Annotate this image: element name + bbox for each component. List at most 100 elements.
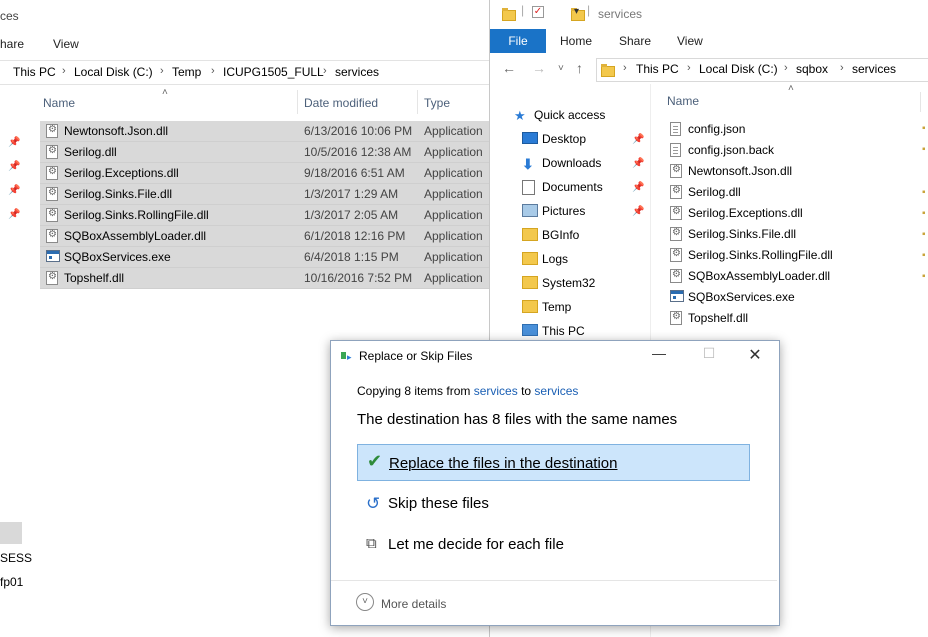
list-item[interactable]: config.json bbox=[667, 119, 907, 140]
col-name[interactable]: Name bbox=[667, 94, 699, 108]
list-item[interactable]: SQBoxServices.exe bbox=[667, 287, 907, 308]
pictures-icon bbox=[522, 204, 538, 220]
file-name: Serilog.dll bbox=[688, 185, 741, 199]
tab-share[interactable]: Share bbox=[619, 29, 651, 53]
file-name: SQBoxServices.exe bbox=[688, 290, 795, 304]
minimize-button[interactable]: — bbox=[639, 345, 679, 367]
exe-icon bbox=[46, 250, 60, 262]
replace-files-option[interactable]: ✔ Replace the files in the destination bbox=[357, 444, 750, 481]
file-date: 10/16/2016 7:52 PM bbox=[304, 271, 413, 285]
customize-qat-icon[interactable]: ▾ bbox=[574, 6, 579, 17]
gear-icon bbox=[46, 145, 58, 159]
check-icon: ✔ bbox=[367, 451, 383, 471]
nav-item[interactable]: Logs bbox=[490, 248, 648, 272]
side-fragment[interactable]: fp01 bbox=[0, 575, 23, 589]
table-row[interactable]: Serilog.dll 10/5/2016 12:38 AM Application bbox=[40, 142, 489, 163]
folder-icon bbox=[522, 276, 538, 292]
list-item[interactable]: Serilog.Sinks.File.dll bbox=[667, 224, 907, 245]
gear-icon bbox=[46, 124, 58, 138]
list-item[interactable]: Topshelf.dll bbox=[667, 308, 907, 329]
close-button[interactable]: ✕ bbox=[735, 345, 775, 367]
sort-up-icon: ˄ bbox=[162, 87, 168, 98]
crumb-icupg[interactable]: ICUPG1505_FULL bbox=[223, 65, 324, 79]
file-date: 6/13/2016 10:06 PM bbox=[304, 124, 413, 138]
table-row[interactable]: Serilog.Sinks.RollingFile.dll 1/3/2017 2:… bbox=[40, 205, 489, 226]
pin-icon: 📌 bbox=[632, 182, 645, 193]
crumb-local-disk[interactable]: Local Disk (C:) bbox=[699, 62, 778, 76]
up-arrow-icon[interactable]: ↑ bbox=[576, 60, 583, 76]
side-fragment[interactable]: SESS bbox=[0, 551, 32, 565]
right-address-field[interactable]: › This PC › Local Disk (C:) › sqbox › se… bbox=[596, 58, 928, 82]
recent-dropdown-icon[interactable]: ˅ bbox=[558, 63, 564, 74]
list-item[interactable]: config.json.back bbox=[667, 140, 907, 161]
chevron-right-icon: › bbox=[687, 62, 691, 74]
file-type: Application bbox=[424, 271, 483, 285]
crumb-local-disk[interactable]: Local Disk (C:) bbox=[74, 65, 153, 79]
crumb-temp[interactable]: Temp bbox=[172, 65, 201, 79]
gear-icon bbox=[46, 187, 58, 201]
nav-item[interactable]: ⬇ Downloads 📌 bbox=[490, 152, 648, 176]
properties-icon[interactable]: ✓ bbox=[532, 6, 544, 18]
left-column-headers: ˄ Name Date modified Type bbox=[0, 87, 489, 116]
left-address-bar[interactable]: This PC › Local Disk (C:) › Temp › ICUPG… bbox=[0, 60, 489, 85]
destination-folder-link[interactable]: services bbox=[534, 384, 578, 398]
nav-item[interactable]: Temp bbox=[490, 296, 648, 320]
nav-item[interactable]: Pictures 📌 bbox=[490, 200, 648, 224]
crumb-sqbox[interactable]: sqbox bbox=[796, 62, 828, 76]
back-arrow-icon[interactable]: ← bbox=[502, 60, 516, 76]
nav-item-label: Desktop bbox=[542, 132, 587, 146]
tab-file[interactable]: File bbox=[490, 29, 546, 53]
table-row[interactable]: Topshelf.dll 10/16/2016 7:52 PM Applicatio… bbox=[40, 268, 489, 289]
list-item[interactable]: SQBoxAssemblyLoader.dll bbox=[667, 266, 907, 287]
pin-icon: 📌 bbox=[632, 158, 645, 169]
list-item[interactable]: Serilog.Exceptions.dll bbox=[667, 203, 907, 224]
left-tab-share[interactable]: hare bbox=[0, 37, 24, 51]
nav-item-label: BGInfo bbox=[542, 228, 580, 242]
list-item[interactable]: Serilog.Sinks.RollingFile.dll bbox=[667, 245, 907, 266]
more-details-button[interactable]: More details bbox=[381, 597, 446, 611]
forward-arrow-icon[interactable]: → bbox=[532, 60, 546, 76]
nav-item[interactable]: Documents 📌 bbox=[490, 176, 648, 200]
source-folder-link[interactable]: services bbox=[474, 384, 518, 398]
gear-icon bbox=[670, 164, 682, 178]
crumb-this-pc[interactable]: This PC bbox=[636, 62, 679, 76]
nav-item[interactable]: ★ Quick access bbox=[490, 104, 648, 128]
decide-icon: ⧉ bbox=[366, 535, 377, 552]
table-row[interactable]: Serilog.Exceptions.dll 9/18/2016 6:51 AM A… bbox=[40, 163, 489, 184]
table-row[interactable]: Newtonsoft.Json.dll 6/13/2016 10:06 PM App… bbox=[40, 121, 489, 142]
pin-icon: 📌 bbox=[8, 209, 21, 220]
folder-icon bbox=[522, 252, 538, 268]
list-item[interactable]: Newtonsoft.Json.dll bbox=[667, 161, 907, 182]
file-name: Serilog.Exceptions.dll bbox=[64, 166, 179, 180]
table-row[interactable]: SQBoxAssemblyLoader.dll 6/1/2018 12:16 PM… bbox=[40, 226, 489, 247]
crumb-this-pc[interactable]: This PC bbox=[13, 65, 56, 79]
chevron-down-icon[interactable]: ˅ bbox=[356, 593, 374, 611]
col-type[interactable]: Type bbox=[424, 96, 450, 110]
col-date-modified[interactable]: Date modified bbox=[304, 96, 378, 110]
crumb-services[interactable]: services bbox=[852, 62, 896, 76]
left-tab-view[interactable]: View bbox=[53, 37, 79, 51]
maximize-button[interactable]: ☐ bbox=[689, 345, 729, 367]
gear-icon bbox=[46, 229, 58, 243]
nav-item[interactable]: BGInfo bbox=[490, 224, 648, 248]
nav-item[interactable]: Desktop 📌 bbox=[490, 128, 648, 152]
col-name[interactable]: Name bbox=[43, 96, 75, 110]
nav-selected-item[interactable] bbox=[0, 522, 22, 544]
skip-files-option[interactable]: ↺ Skip these files bbox=[357, 485, 750, 522]
table-row[interactable]: SQBoxServices.exe 6/4/2018 1:15 PM Applica… bbox=[40, 247, 489, 268]
dialog-heading: The destination has 8 files with the sam… bbox=[357, 411, 678, 428]
decide-each-file-option[interactable]: ⧉ Let me decide for each file bbox=[357, 526, 750, 563]
file-date: 9/18/2016 6:51 AM bbox=[304, 166, 405, 180]
sort-up-icon: ˄ bbox=[788, 83, 794, 94]
doc-icon bbox=[670, 122, 681, 136]
tab-home[interactable]: Home bbox=[560, 29, 592, 53]
star-icon: ★ bbox=[514, 108, 526, 123]
list-item[interactable]: Serilog.dll bbox=[667, 182, 907, 203]
pin-icon: 📌 bbox=[632, 134, 645, 145]
nav-item[interactable]: System32 bbox=[490, 272, 648, 296]
file-name: Newtonsoft.Json.dll bbox=[688, 164, 793, 178]
tab-view[interactable]: View bbox=[677, 29, 703, 53]
crumb-services[interactable]: services bbox=[335, 65, 379, 79]
table-row[interactable]: Serilog.Sinks.File.dll 1/3/2017 1:29 AM Ap… bbox=[40, 184, 489, 205]
folder-icon bbox=[522, 228, 538, 244]
